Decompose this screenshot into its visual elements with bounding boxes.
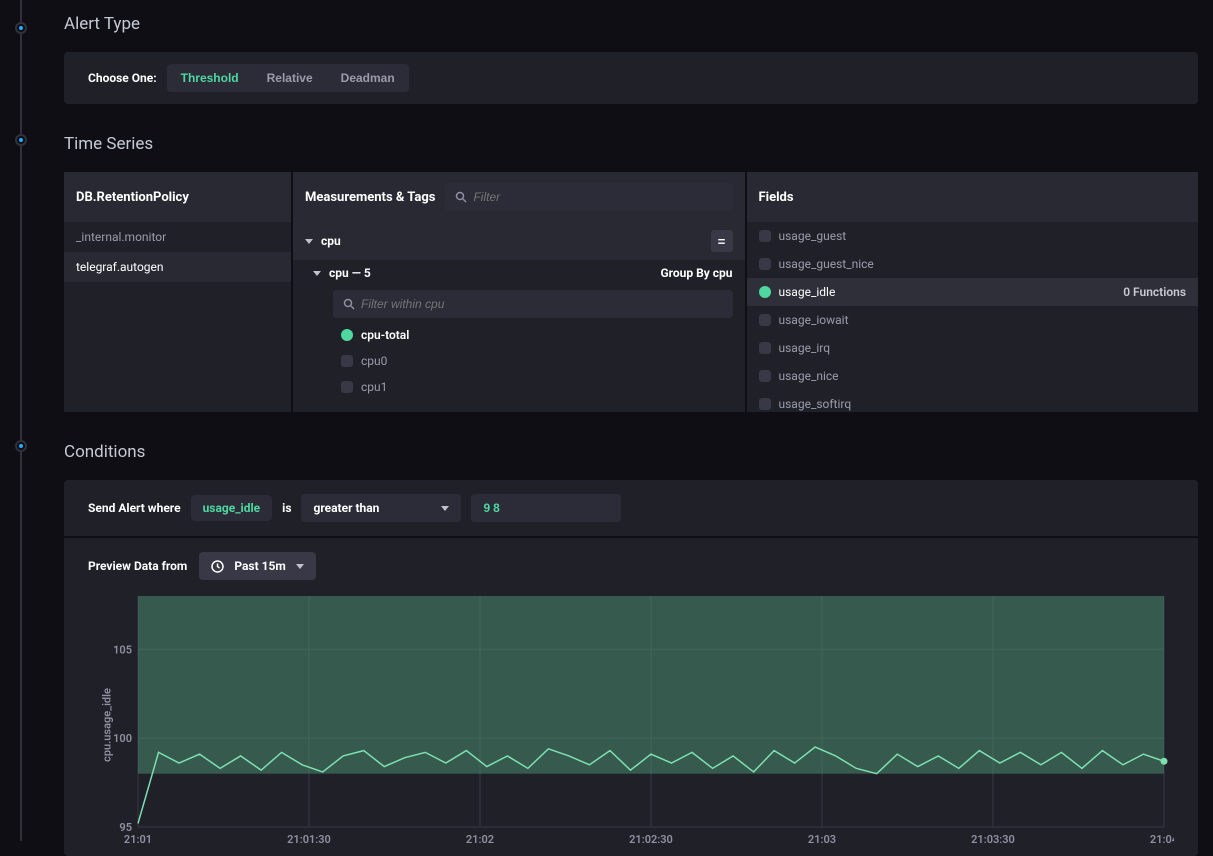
chart-ylabel: cpu.usage_idle [100,688,113,762]
checkbox-checked-icon [759,286,771,298]
db-column: DB.RetentionPolicy _internal.monitortele… [64,172,291,412]
measurements-header: Measurements & Tags [305,190,435,205]
tag-value-item[interactable]: cpu0 [293,348,745,374]
svg-text:21:02:30: 21:02:30 [629,833,673,846]
alert-type-deadman[interactable]: Deadman [327,64,409,92]
svg-text:100: 100 [113,732,132,745]
fields-header: Fields [759,190,794,205]
checkbox-icon [341,381,353,393]
is-label: is [282,501,291,515]
fields-column: Fields usage_guestusage_guest_niceusage_… [747,172,1199,412]
field-item[interactable]: usage_iowait [747,306,1199,334]
db-item[interactable]: telegraf.autogen [64,252,291,282]
checkbox-icon [341,355,353,367]
caret-down-icon [305,239,313,244]
svg-text:95: 95 [119,821,132,834]
checkbox-icon [759,258,771,270]
conditions-title: Conditions [64,442,1198,462]
functions-badge[interactable]: 0 Functions [1123,285,1186,299]
choose-one-label: Choose One: [88,71,157,85]
svg-text:21:03: 21:03 [808,833,836,846]
threshold-value-input[interactable] [471,494,621,522]
tag-key-row[interactable]: cpu — 5 Group By cpu [293,260,745,286]
measurements-filter-input[interactable] [473,190,722,204]
tag-filter-input[interactable] [361,297,723,311]
condition-field[interactable]: usage_idle [191,495,273,521]
alert-type-title: Alert Type [64,14,1198,34]
caret-down-icon [313,271,321,276]
tag-value-item[interactable]: cpu-total [293,322,745,348]
measurements-filter[interactable] [445,183,732,211]
search-icon [455,191,467,203]
caret-down-icon [441,506,449,511]
tag-filter[interactable] [333,290,733,318]
time-range-dropdown[interactable]: Past 15m [199,552,315,580]
svg-text:21:02: 21:02 [466,833,494,846]
alert-type-relative[interactable]: Relative [253,64,327,92]
svg-text:21:01:30: 21:01:30 [287,833,331,846]
measurement-cpu[interactable]: cpu = [293,222,745,260]
alert-type-segmented: ThresholdRelativeDeadman [167,64,409,92]
preview-chart: cpu.usage_idle 21:01 21:01:30 21:02 21:02:3… [64,594,1198,856]
tag-value-item[interactable]: cpu1 [293,374,745,400]
time-series-title: Time Series [64,134,1198,154]
caret-down-icon [296,564,304,569]
group-by-label[interactable]: Group By cpu [660,266,732,280]
search-icon [343,298,355,310]
field-item[interactable]: usage_nice [747,362,1199,390]
preview-label: Preview Data from [88,559,187,573]
checkbox-icon [759,370,771,382]
checkbox-checked-icon [341,329,353,341]
equals-button[interactable]: = [711,230,733,252]
operator-dropdown[interactable]: greater than [301,494,461,522]
db-item[interactable]: _internal.monitor [64,222,291,252]
measurements-column: Measurements & Tags cpu = [293,172,745,412]
alert-type-threshold[interactable]: Threshold [167,64,253,92]
db-header: DB.RetentionPolicy [76,190,189,205]
field-item[interactable]: usage_guest [747,222,1199,250]
field-item[interactable]: usage_softirq [747,390,1199,412]
svg-text:21:01: 21:01 [124,833,152,846]
checkbox-icon [759,398,771,410]
field-item[interactable]: usage_idle0 Functions [747,278,1199,306]
send-alert-label: Send Alert where [88,501,181,515]
svg-text:105: 105 [113,643,132,656]
checkbox-icon [759,314,771,326]
checkbox-icon [759,342,771,354]
clock-icon [211,560,224,573]
field-item[interactable]: usage_guest_nice [747,250,1199,278]
svg-text:21:04: 21:04 [1150,833,1174,846]
checkbox-icon [759,230,771,242]
svg-text:21:03:30: 21:03:30 [971,833,1015,846]
alert-type-panel: Choose One: ThresholdRelativeDeadman [64,52,1198,104]
field-item[interactable]: usage_irq [747,334,1199,362]
